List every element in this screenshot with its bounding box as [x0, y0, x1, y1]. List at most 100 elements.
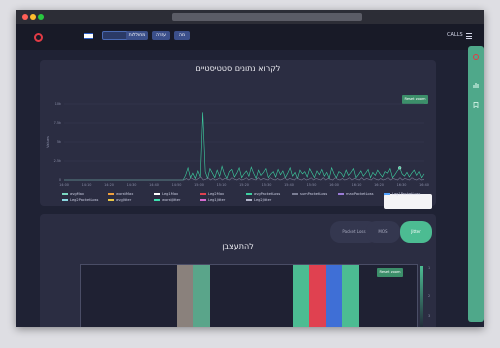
- legend-swatch: [200, 199, 206, 201]
- scale-label: 2: [428, 294, 431, 298]
- legend-item[interactable]: Leg1Max: [154, 192, 178, 196]
- heatmap-reset-zoom-button[interactable]: Reset zoom: [377, 268, 403, 277]
- legend-label: avgJitter: [116, 198, 132, 202]
- legend-item[interactable]: Leg1Jitter: [200, 198, 225, 202]
- scale-label: 1: [428, 266, 431, 270]
- series-line-avgPacketLoss[interactable]: [64, 112, 425, 181]
- legend-swatch: [154, 193, 160, 195]
- legend-swatch: [62, 199, 68, 201]
- logo-icon[interactable]: [473, 54, 479, 60]
- stats-line-chart[interactable]: Values 10k 7.5k 5k 2.5k 014:00 14:10 14:20 14:3…: [40, 60, 436, 206]
- legend-swatch: [246, 193, 252, 195]
- legend-item[interactable]: Leg2Jitter: [246, 198, 271, 202]
- x-tick-label: 14:50: [172, 183, 182, 187]
- legend-swatch: [292, 193, 298, 195]
- y-tick-label: 2.5k: [54, 159, 61, 163]
- nav-button-help[interactable]: עזרה: [152, 31, 170, 40]
- y-tick-label: 5k: [57, 140, 61, 144]
- legend-label: Leg2PacketLoss: [70, 198, 99, 202]
- language-flag-icon[interactable]: [84, 33, 93, 39]
- right-sidebar: [468, 46, 484, 322]
- series-line-sumPacketLoss[interactable]: [64, 176, 425, 181]
- legend-label: Leg1PacketLoss: [392, 192, 421, 196]
- nav-button-what[interactable]: מה: [174, 31, 190, 40]
- legend-item[interactable]: Leg2PacketLoss: [62, 198, 98, 202]
- heatmap-cell[interactable]: [177, 265, 193, 327]
- browser-chrome: [16, 10, 484, 24]
- legend-label: worstJitter: [162, 198, 181, 202]
- x-tick-label: 15:00: [194, 183, 204, 187]
- maximize-window-dot[interactable]: [38, 14, 44, 20]
- legend-label: worstMax: [116, 192, 134, 196]
- legend-item[interactable]: Leg1PacketLoss: [384, 192, 420, 196]
- top-navbar: מחוללות עזרה מה CALLS: [16, 24, 484, 50]
- bookmark-icon[interactable]: [473, 102, 479, 108]
- x-tick-label: 16:10: [352, 183, 362, 187]
- chart-tooltip: [384, 194, 432, 209]
- tooltip-point[interactable]: [398, 166, 402, 170]
- heatmap-cell[interactable]: [293, 265, 309, 327]
- x-tick-label: 16:40: [419, 183, 429, 187]
- y-axis-label: Values: [46, 136, 50, 148]
- summary-panel: Packet Loss MOS Jitter להתעצבן Reset zoo…: [40, 214, 436, 327]
- x-tick-label: 15:40: [284, 183, 294, 187]
- legend-label: Leg2Max: [208, 192, 225, 196]
- close-window-dot[interactable]: [22, 14, 28, 20]
- y-tick-label: 10k: [55, 102, 61, 106]
- heatmap[interactable]: Reset zoom: [80, 264, 418, 327]
- legend-label: Leg1Jitter: [208, 198, 226, 202]
- x-tick-label: 14:10: [82, 183, 92, 187]
- nav-button-generators[interactable]: מחוללות: [126, 31, 148, 40]
- stats-panel: לקרוא נתונים סטטיסטיים Reset zoom Values…: [40, 60, 436, 209]
- tab-jitter[interactable]: Jitter: [400, 221, 432, 243]
- legend-swatch: [62, 193, 68, 195]
- legend-item[interactable]: avgPacketLoss: [246, 192, 280, 196]
- legend-swatch: [200, 193, 206, 195]
- scale-label: 3: [428, 314, 431, 318]
- calls-label[interactable]: CALLS: [447, 32, 463, 38]
- heatmap-cell[interactable]: [193, 265, 210, 327]
- legend-item[interactable]: avgJitter: [108, 198, 131, 202]
- x-tick-label: 15:20: [239, 183, 249, 187]
- address-bar[interactable]: [172, 13, 362, 21]
- legend-item[interactable]: avgMax: [62, 192, 84, 196]
- x-tick-label: 14:00: [59, 183, 69, 187]
- legend-swatch: [384, 193, 390, 195]
- heatmap-cell[interactable]: [309, 265, 326, 327]
- legend-item[interactable]: worstMax: [108, 192, 133, 196]
- legend-swatch: [108, 199, 114, 201]
- heatmap-cell[interactable]: [342, 265, 359, 327]
- heatmap-cell[interactable]: [326, 265, 342, 327]
- app-window: מחוללות עזרה מה CALLS לקרוא נתונים סטטיס…: [16, 10, 484, 327]
- bar-chart-icon[interactable]: [473, 82, 479, 88]
- legend-item[interactable]: maxPacketLoss: [338, 192, 373, 196]
- legend-item[interactable]: sumPacketLoss: [292, 192, 327, 196]
- x-tick-label: 16:30: [397, 183, 407, 187]
- tab-mos[interactable]: MOS: [366, 221, 400, 243]
- legend-label: avgMax: [70, 192, 85, 196]
- legend-item[interactable]: worstJitter: [154, 198, 180, 202]
- legend-item[interactable]: Leg2Max: [200, 192, 224, 196]
- summary-panel-title: להתעצבן: [222, 242, 254, 251]
- url-text: [172, 13, 362, 21]
- y-tick-label: 7.5k: [54, 121, 61, 125]
- x-tick-label: 16:20: [374, 183, 384, 187]
- legend-swatch: [154, 199, 160, 201]
- heatmap-color-scale: [420, 266, 423, 327]
- x-tick-label: 15:10: [217, 183, 227, 187]
- x-tick-label: 15:30: [262, 183, 272, 187]
- x-tick-label: 15:50: [307, 183, 317, 187]
- x-tick-label: 14:30: [127, 183, 137, 187]
- legend-label: Leg1Max: [162, 192, 179, 196]
- legend-label: Leg2Jitter: [254, 198, 272, 202]
- legend-label: maxPacketLoss: [346, 192, 374, 196]
- x-tick-label: 16:00: [329, 183, 339, 187]
- legend-swatch: [338, 193, 344, 195]
- y-tick-label: 0: [59, 178, 61, 182]
- x-tick-label: 14:40: [149, 183, 159, 187]
- brand-logo-icon[interactable]: [34, 33, 43, 42]
- legend-label: sumPacketLoss: [300, 192, 328, 196]
- menu-icon[interactable]: [466, 33, 472, 39]
- minimize-window-dot[interactable]: [30, 14, 36, 20]
- x-tick-label: 14:20: [104, 183, 114, 187]
